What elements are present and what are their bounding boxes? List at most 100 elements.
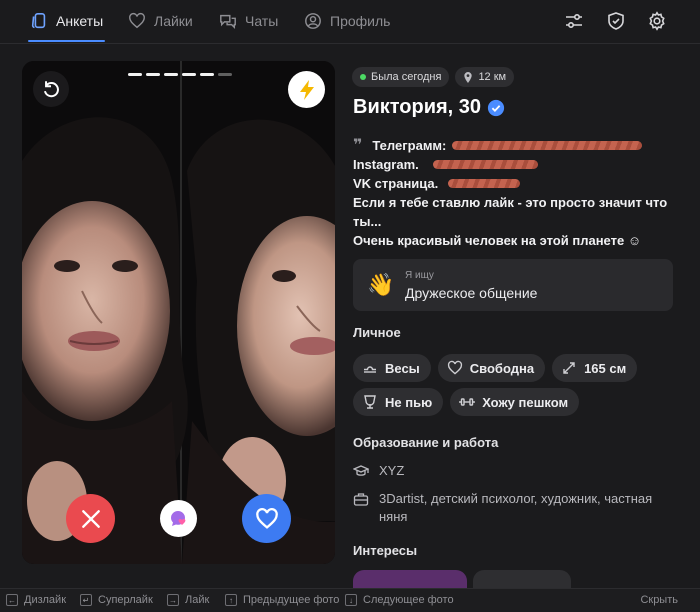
- photo-indicator[interactable]: [146, 73, 160, 76]
- shield-check-icon: [608, 12, 624, 30]
- online-status-badge: Была сегодня: [352, 67, 450, 87]
- boost-button[interactable]: [288, 71, 325, 108]
- status-chips: Была сегодня 12 км: [352, 67, 515, 87]
- bio-instagram-line: Instagram.: [353, 155, 683, 174]
- tab-feed-label: Анкеты: [56, 13, 104, 29]
- bio-telegram: Телеграмм:: [372, 138, 447, 153]
- education-section-title: Образование и работа: [353, 435, 499, 450]
- tag-relationship: Свободна: [437, 354, 546, 382]
- heart-icon: [255, 507, 278, 529]
- enter-key-icon: ↵: [80, 594, 92, 606]
- tag-zodiac: Весы: [353, 354, 431, 382]
- safety-button[interactable]: [606, 11, 628, 33]
- hotkey-dislike: ← Дизлайк: [6, 594, 66, 606]
- education-row: XYZ: [353, 462, 404, 480]
- close-icon: [81, 509, 100, 528]
- tab-chats-label: Чаты: [245, 13, 279, 29]
- cards-icon: [31, 12, 46, 29]
- looking-for-card: 👋 Я ищу Дружеское общение: [353, 259, 673, 311]
- photo-indicator[interactable]: [200, 73, 214, 76]
- hotkey-label: Дизлайк: [24, 594, 67, 606]
- top-navigation: Анкеты Лайки Чаты Профиль: [0, 0, 700, 44]
- filters-button[interactable]: [564, 11, 586, 33]
- hotkey-superlike: ↵ Суперлайк: [80, 594, 153, 606]
- profile-name: Виктория, 30: [353, 96, 482, 118]
- hotkey-like: → Лайк: [167, 594, 209, 606]
- briefcase-icon: [353, 493, 369, 506]
- profile-photo[interactable]: [22, 61, 335, 564]
- glass-icon: [364, 395, 376, 409]
- arrow-right-key-icon: →: [167, 594, 179, 606]
- waving-hand-icon: 👋: [367, 272, 395, 297]
- zodiac-icon: [364, 366, 376, 373]
- undo-icon: [43, 81, 59, 98]
- superlike-button[interactable]: [160, 500, 197, 537]
- heart-outline-icon: [447, 360, 462, 375]
- chat-bubbles-icon: [220, 14, 236, 30]
- tab-likes-label: Лайки: [154, 13, 193, 29]
- photo-progress: [128, 73, 232, 76]
- photo-image: [22, 61, 335, 564]
- looking-for-caption: Я ищу: [405, 270, 434, 281]
- work-text: 3Dartist, детский психолог, художник, ча…: [379, 491, 653, 524]
- personal-tags-row: Не пью Хожу пешком: [353, 388, 580, 416]
- tag-sport: Хожу пешком: [450, 388, 580, 416]
- undo-button[interactable]: [33, 71, 69, 107]
- tab-profile[interactable]: Профиль: [304, 0, 390, 42]
- bio-vk-line: VK страница.: [353, 174, 683, 193]
- tag-label: Весы: [385, 360, 420, 376]
- bio-line: Очень красивый человек на этой планете ☺: [353, 233, 642, 248]
- redaction-mark: [448, 179, 521, 188]
- tab-feed[interactable]: Анкеты: [27, 0, 106, 42]
- hotkey-prev-photo: ↑ Предыдущее фото: [225, 594, 339, 606]
- height-arrows-icon: [563, 362, 575, 374]
- settings-button[interactable]: [647, 11, 669, 33]
- distance-badge: 12 км: [455, 67, 515, 87]
- hide-hotkeys-button[interactable]: Скрыть: [640, 594, 678, 606]
- arrow-up-key-icon: ↑: [225, 594, 237, 606]
- sliders-icon: [566, 13, 582, 29]
- personal-section-title: Личное: [353, 325, 401, 340]
- tag-label: Не пью: [385, 394, 433, 410]
- hotkeys-bar: ← Дизлайк ↵ Суперлайк → Лайк ↑ Предыдуще…: [0, 588, 700, 612]
- arrow-down-key-icon: ↓: [345, 594, 357, 606]
- tab-chats[interactable]: Чаты: [219, 0, 278, 42]
- distance-text: 12 км: [478, 71, 507, 83]
- quote-icon: ❞: [353, 137, 363, 154]
- bio-telegram-line: ❞ Телеграмм:: [353, 136, 683, 155]
- tab-profile-label: Профиль: [330, 13, 391, 29]
- photo-indicator[interactable]: [218, 73, 232, 76]
- dislike-button[interactable]: [66, 494, 115, 543]
- photo-indicator[interactable]: [128, 73, 142, 76]
- hotkey-label: Следующее фото: [363, 594, 454, 606]
- tag-label: 165 см: [584, 360, 627, 376]
- tab-likes[interactable]: Лайки: [128, 0, 193, 42]
- hotkey-next-photo: ↓ Следующее фото: [345, 594, 454, 606]
- redaction-mark: [452, 141, 643, 150]
- bio-instagram: Instagram.: [353, 157, 419, 172]
- verified-badge-icon: [487, 99, 505, 116]
- tag-height: 165 см: [552, 354, 638, 382]
- hotkey-label: Лайк: [185, 594, 210, 606]
- arrow-left-key-icon: ←: [6, 594, 18, 606]
- work-row: 3Dartist, детский психолог, художник, ча…: [353, 490, 669, 526]
- online-status-text: Была сегодня: [371, 71, 442, 83]
- personal-tags-row: Весы Свободна 165 см: [353, 354, 638, 382]
- tag-label: Хожу пешком: [482, 394, 569, 410]
- like-button[interactable]: [242, 494, 291, 543]
- photo-indicator[interactable]: [164, 73, 178, 76]
- user-circle-icon: [305, 13, 321, 29]
- profile-bio: ❞ Телеграмм: Instagram. VK страница. Есл…: [353, 136, 683, 250]
- online-dot-icon: [360, 74, 366, 80]
- hotkey-label: Суперлайк: [98, 594, 153, 606]
- tag-label: Свободна: [469, 360, 535, 376]
- graduation-cap-icon: [353, 465, 369, 476]
- dumbbell-icon: [459, 398, 475, 406]
- location-pin-icon: [464, 71, 473, 83]
- heart-icon: [129, 12, 145, 29]
- profile-name-row: Виктория, 30: [353, 96, 505, 119]
- bio-vk: VK страница.: [353, 176, 439, 191]
- hotkey-label: Предыдущее фото: [243, 594, 340, 606]
- interests-section-title: Интересы: [353, 543, 418, 558]
- photo-indicator[interactable]: [182, 73, 196, 76]
